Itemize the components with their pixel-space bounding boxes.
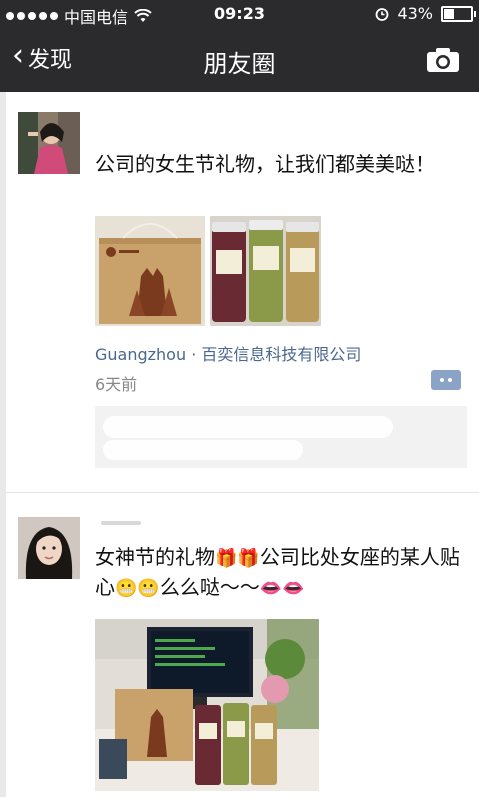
blurred-content — [103, 416, 393, 438]
battery-percentage: 43% — [397, 4, 433, 23]
text-segment: 女神节的礼物 — [95, 545, 215, 569]
gift-icon: 🎁 — [237, 548, 260, 569]
location-link[interactable]: Guangzhou · 百奕信息科技有限公司 — [95, 341, 361, 365]
grin-face-icon: 😬 — [115, 578, 138, 599]
avatar[interactable] — [18, 517, 80, 579]
comment-button[interactable] — [431, 370, 461, 390]
page-title: 朋友圈 — [203, 50, 276, 78]
navigation-bar: ‹ 发现 朋友圈 — [0, 28, 479, 92]
avatar[interactable] — [18, 112, 80, 174]
likes-comments-area — [95, 406, 467, 468]
lips-icon: 👄 — [282, 578, 305, 599]
moments-feed[interactable]: 公司的女生节礼物，让我们都美美哒！ Guangzhou · 百奕信息科技有限公司… — [0, 92, 479, 797]
gift-icon: 🎁 — [215, 548, 238, 569]
author-name[interactable] — [101, 521, 141, 525]
post-photo-tea-jars[interactable] — [210, 216, 321, 326]
status-right: 43% — [375, 4, 476, 23]
moment-post: 公司的女生节礼物，让我们都美美哒！ Guangzhou · 百奕信息科技有限公司… — [6, 92, 479, 492]
blurred-content — [103, 440, 303, 460]
grin-face-icon: 😬 — [137, 578, 160, 599]
alarm-clock-icon — [376, 7, 389, 21]
post-timestamp: 6天前 — [95, 375, 138, 394]
moment-post: 女神节的礼物🎁🎁公司比处女座的某人贴心😬😬么么哒～～👄👄 — [6, 493, 479, 797]
status-bar: 中国电信 09:23 43% — [0, 0, 479, 28]
battery-icon — [441, 5, 476, 22]
wechat-moments-screen: 中国电信 09:23 43% ‹ 发现 朋友圈 公司的女生节礼物，让我们都美美哒… — [0, 0, 479, 797]
post-photo-gift-bag[interactable] — [95, 216, 205, 326]
lips-icon: 👄 — [259, 578, 283, 599]
post-text: 公司的女生节礼物，让我们都美美哒！ — [95, 152, 435, 176]
post-photo-office-desk[interactable] — [95, 619, 319, 791]
camera-icon[interactable] — [425, 46, 461, 74]
text-segment: 么么哒～～ — [159, 575, 260, 599]
post-text: 女神节的礼物🎁🎁公司比处女座的某人贴心😬😬么么哒～～👄👄 — [95, 543, 465, 603]
